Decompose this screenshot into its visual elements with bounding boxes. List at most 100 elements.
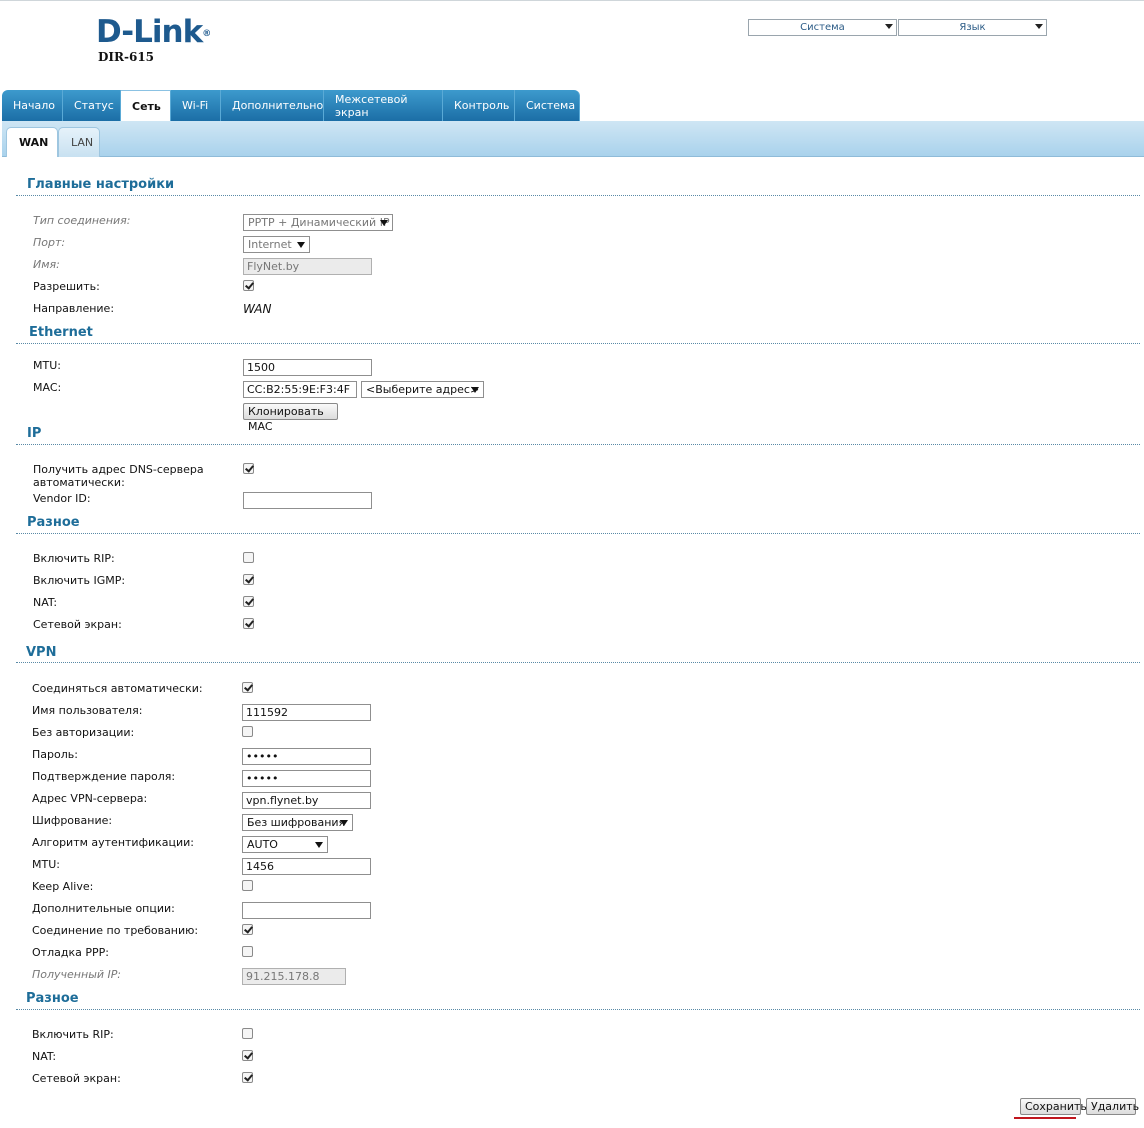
- delete-button[interactable]: Удалить: [1086, 1098, 1139, 1115]
- password-field[interactable]: •••••: [242, 748, 371, 765]
- language-select-label: Язык: [959, 22, 986, 33]
- vendor-id-field[interactable]: [243, 492, 372, 509]
- dropdown-arrow-icon: [340, 820, 348, 826]
- auth-algo-label: Алгоритм аутентификации:: [32, 836, 195, 849]
- confirm-password-field[interactable]: •••••: [242, 770, 371, 787]
- encryption-label: Шифрование:: [32, 814, 113, 827]
- mac-field[interactable]: CC:B2:55:9E:F3:4F: [243, 381, 357, 398]
- dropdown-arrow-icon: [885, 24, 893, 29]
- password-label: Пароль:: [32, 748, 78, 761]
- subtab-lan[interactable]: LAN: [58, 127, 100, 157]
- on-demand-label: Соединение по требованию:: [32, 924, 199, 937]
- encryption-select[interactable]: Без шифрования: [242, 814, 353, 831]
- auto-connect-label: Соединяться автоматически:: [32, 682, 203, 695]
- auth-algo-value: AUTO: [247, 838, 278, 851]
- auto-connect-checkbox[interactable]: [242, 682, 253, 693]
- extra-options-label: Дополнительные опции:: [32, 902, 175, 915]
- save-button[interactable]: Сохранить: [1020, 1098, 1087, 1115]
- vpn-firewall-checkbox[interactable]: [242, 1072, 253, 1083]
- port-label: Порт:: [33, 236, 66, 249]
- extra-options-field[interactable]: [242, 902, 371, 919]
- dlink-logo: D-Link®: [96, 14, 211, 50]
- port-select[interactable]: Internet: [243, 236, 310, 253]
- nav-tab-system[interactable]: Система: [515, 90, 580, 121]
- auth-algo-select[interactable]: AUTO: [242, 836, 328, 853]
- registered-mark: ®: [202, 29, 211, 39]
- vpn-server-label: Адрес VPN-сервера:: [32, 792, 148, 805]
- enable-label: Разрешить:: [33, 280, 100, 293]
- nat-label: NAT:: [33, 596, 58, 609]
- eth-mtu-field[interactable]: 1500: [243, 359, 372, 376]
- firewall-checkbox[interactable]: [243, 618, 254, 629]
- dns-auto-checkbox[interactable]: [243, 463, 254, 474]
- nav-tab-advanced[interactable]: Дополнительно: [221, 90, 324, 121]
- name-label: Имя:: [33, 258, 60, 271]
- port-value: Internet: [248, 238, 292, 251]
- brand-text: D-Link: [96, 14, 203, 50]
- subtab-wan[interactable]: WAN: [6, 127, 58, 157]
- section-title-misc-vpn: Разное: [26, 991, 79, 1006]
- igmp-checkbox[interactable]: [243, 574, 254, 585]
- top-border: [0, 0, 1144, 1]
- nat-checkbox[interactable]: [243, 596, 254, 607]
- username-field[interactable]: 111592: [242, 704, 371, 721]
- section-title-main: Главные настройки: [27, 177, 175, 192]
- nav-tab-wifi[interactable]: Wi-Fi: [171, 90, 221, 121]
- section-divider: [16, 343, 1140, 344]
- enable-checkbox[interactable]: [243, 280, 254, 291]
- received-ip-field: 91.215.178.8: [242, 968, 346, 985]
- dns-auto-label: Получить адрес DNS-сервера автоматически…: [33, 463, 204, 489]
- vpn-mtu-field[interactable]: 1456: [242, 858, 371, 875]
- name-field[interactable]: FlyNet.by: [243, 258, 372, 275]
- section-title-ethernet: Ethernet: [29, 325, 93, 340]
- vpn-server-field[interactable]: vpn.flynet.by: [242, 792, 371, 809]
- encryption-value: Без шифрования: [247, 816, 346, 829]
- vpn-rip-label: Включить RIP:: [32, 1028, 114, 1041]
- no-auth-label: Без авторизации:: [32, 726, 135, 739]
- nav-tab-firewall[interactable]: Межсетевой экран: [324, 90, 443, 121]
- rip-checkbox[interactable]: [243, 552, 254, 563]
- dropdown-arrow-icon: [471, 387, 479, 393]
- section-divider: [16, 533, 1140, 534]
- nav-tab-network[interactable]: Сеть: [121, 90, 171, 121]
- keepalive-label: Keep Alive:: [32, 880, 94, 893]
- vpn-nat-checkbox[interactable]: [242, 1050, 253, 1061]
- eth-mtu-label: MTU:: [33, 359, 61, 372]
- system-select-label: Система: [800, 22, 845, 33]
- clone-mac-button[interactable]: Клонировать MAC: [243, 403, 338, 433]
- save-highlight-underline: [1014, 1117, 1076, 1119]
- dropdown-arrow-icon: [1035, 24, 1043, 29]
- direction-value: WAN: [243, 302, 272, 316]
- keepalive-checkbox[interactable]: [242, 880, 253, 891]
- nav-tab-home[interactable]: Начало: [2, 90, 63, 121]
- ppp-debug-checkbox[interactable]: [242, 946, 253, 957]
- connection-type-value: PPTP + Динамический IP: [248, 216, 390, 229]
- dropdown-arrow-icon: [315, 842, 323, 848]
- language-select[interactable]: Язык: [898, 19, 1047, 36]
- dropdown-arrow-icon: [380, 220, 388, 226]
- model-name: DIR-615: [98, 50, 155, 64]
- nav-tab-control[interactable]: Контроль: [443, 90, 515, 121]
- ppp-debug-label: Отладка PPP:: [32, 946, 109, 959]
- system-select[interactable]: Система: [748, 19, 897, 36]
- mac-select[interactable]: <Выберите адрес>: [361, 381, 484, 398]
- nav-tab-status[interactable]: Статус: [63, 90, 121, 121]
- mac-label: MAC:: [33, 381, 62, 394]
- received-ip-label: Полученный IP:: [32, 968, 121, 981]
- confirm-password-label: Подтверждение пароля:: [32, 770, 176, 783]
- section-title-ip: IP: [27, 426, 42, 441]
- vpn-mtu-label: MTU:: [32, 858, 60, 871]
- section-divider: [16, 662, 1140, 663]
- direction-label: Направление:: [33, 302, 115, 315]
- no-auth-checkbox[interactable]: [242, 726, 253, 737]
- username-label: Имя пользователя:: [32, 704, 143, 717]
- vendor-id-label: Vendor ID:: [33, 492, 91, 505]
- firewall-label: Сетевой экран:: [33, 618, 122, 631]
- igmp-label: Включить IGMP:: [33, 574, 126, 587]
- connection-type-select[interactable]: PPTP + Динамический IP: [243, 214, 393, 231]
- on-demand-checkbox[interactable]: [242, 924, 253, 935]
- rip-label: Включить RIP:: [33, 552, 115, 565]
- mac-select-value: <Выберите адрес>: [366, 383, 480, 396]
- section-divider: [16, 444, 1140, 445]
- vpn-rip-checkbox[interactable]: [242, 1028, 253, 1039]
